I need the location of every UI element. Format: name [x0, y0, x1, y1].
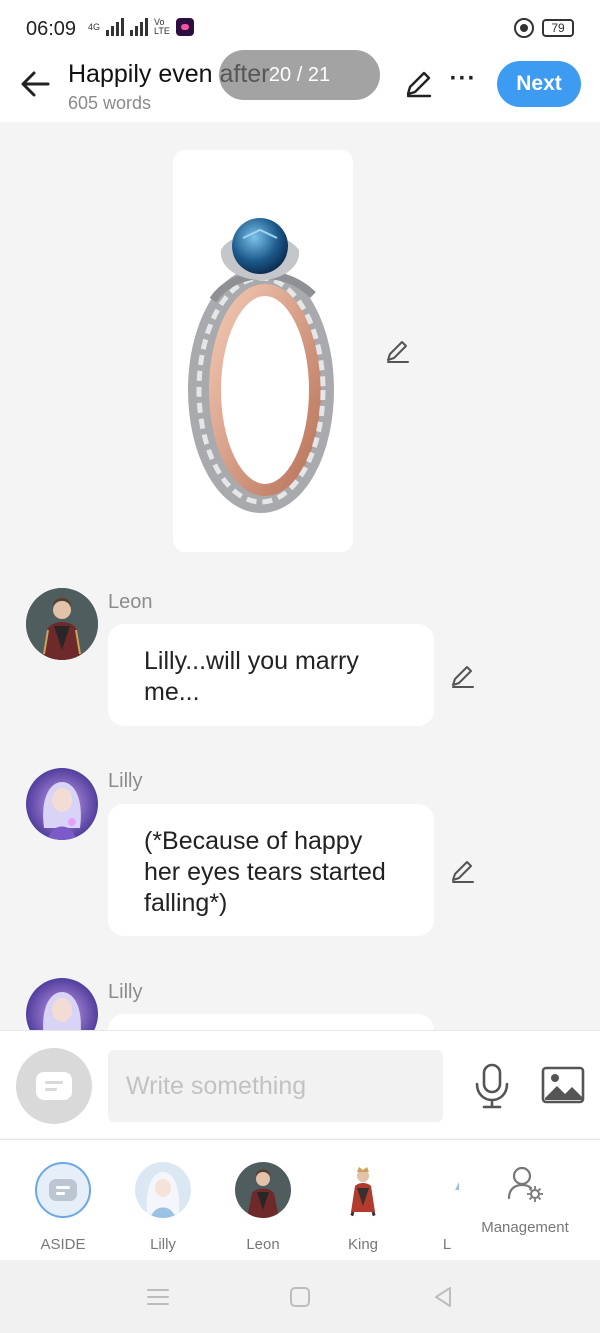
message-bubble[interactable]: Lilly...will you marry me... — [108, 624, 434, 726]
ring-illustration — [188, 218, 334, 513]
input-bar — [0, 1030, 600, 1138]
system-nav-bar — [0, 1260, 600, 1333]
character-label: ASIDE — [40, 1236, 86, 1253]
character-label: Lilly — [150, 1236, 176, 1253]
back-arrow-icon[interactable] — [16, 64, 56, 104]
chat-bubble-icon — [36, 1072, 72, 1100]
avatar-leon — [235, 1162, 291, 1218]
character-lilly[interactable]: Lilly — [123, 1162, 203, 1253]
character-bar: ASIDE Lilly Leon King L Management — [0, 1139, 600, 1260]
pen-icon[interactable] — [402, 66, 436, 100]
character-label: Leon — [246, 1236, 280, 1253]
network-tag: 4G — [88, 21, 101, 32]
signal-icon — [106, 18, 125, 36]
image-icon[interactable] — [541, 1065, 585, 1105]
aside-toggle-button[interactable] — [16, 1048, 92, 1124]
edit-message-pen-icon[interactable] — [448, 661, 478, 691]
back-nav-icon[interactable] — [428, 1282, 458, 1312]
management-label: Management — [481, 1219, 569, 1236]
status-icons: 4G Vo LTE — [88, 18, 194, 36]
app-notification-icon — [175, 18, 194, 36]
next-button[interactable]: Next — [497, 61, 581, 107]
avatar-leon[interactable] — [26, 588, 98, 660]
speaker-name: Lilly — [108, 770, 143, 792]
focus-mode-icon — [514, 18, 534, 38]
character-king[interactable]: King — [323, 1162, 403, 1253]
character-aside[interactable]: ASIDE — [23, 1162, 103, 1253]
header: Happily even after 605 words 20 / 21 ···… — [0, 50, 600, 122]
avatar-partial — [419, 1162, 475, 1218]
message-bubble[interactable] — [108, 1014, 434, 1030]
message-bubble[interactable]: (*Because of happy her eyes tears starte… — [108, 804, 434, 936]
character-label: L — [442, 1236, 452, 1253]
message-input[interactable] — [108, 1050, 443, 1122]
chat-area[interactable]: Leon Lilly...will you marry me... Lilly … — [0, 122, 600, 1030]
avatar-lilly — [135, 1162, 191, 1218]
edit-image-pen-icon[interactable] — [383, 336, 413, 366]
more-icon[interactable]: ··· — [446, 64, 480, 98]
volte-icon: Vo LTE — [154, 17, 170, 36]
status-right: 79 — [514, 18, 574, 38]
character-leon[interactable]: Leon — [223, 1162, 303, 1253]
status-time: 06:09 — [26, 18, 77, 40]
speaker-name: Leon — [108, 591, 153, 613]
avatar-lilly[interactable] — [26, 978, 98, 1030]
battery-icon: 79 — [542, 19, 574, 37]
avatar-king — [335, 1162, 391, 1218]
page-indicator: 20 / 21 — [219, 50, 380, 100]
management-icon — [507, 1166, 543, 1202]
avatar-lilly[interactable] — [26, 768, 98, 840]
signal-icon-2 — [130, 18, 149, 36]
mic-icon[interactable] — [472, 1062, 512, 1110]
edit-message-pen-icon[interactable] — [448, 856, 478, 886]
home-nav-icon[interactable] — [285, 1282, 315, 1312]
ring-image[interactable] — [173, 150, 353, 552]
menu-nav-icon[interactable] — [143, 1282, 173, 1312]
word-count: 605 words — [68, 93, 152, 113]
aside-avatar — [35, 1162, 91, 1218]
chat-bubble-icon — [49, 1179, 77, 1201]
character-label: King — [347, 1236, 379, 1253]
management-button[interactable]: Management — [474, 1164, 576, 1236]
speaker-name: Lilly — [108, 981, 143, 1003]
